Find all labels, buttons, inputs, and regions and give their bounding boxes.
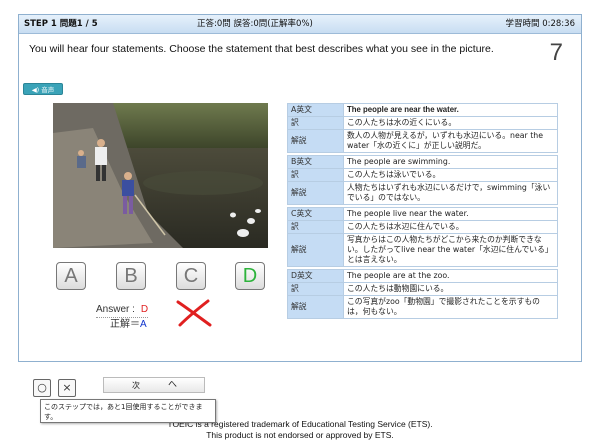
row-text: The people are swimming. bbox=[343, 155, 558, 169]
user-answer: D bbox=[140, 304, 149, 315]
row-text: 数人の人物が見えるが，いずれも水辺にいる。near the water「水の近く… bbox=[343, 129, 558, 153]
mark-cross-button[interactable]: × bbox=[58, 379, 76, 397]
correct-label: 正解＝ bbox=[110, 319, 140, 330]
score-summary: 正答:0問 誤答:0問(正解率0%) bbox=[197, 19, 313, 29]
choice-a-button[interactable]: A bbox=[56, 262, 86, 290]
row-label: A英文 bbox=[287, 103, 344, 117]
audio-play-button[interactable]: ◀) 音声 bbox=[23, 83, 63, 95]
table-row: 解説 数人の人物が見えるが，いずれも水辺にいる。near the water「水… bbox=[287, 129, 558, 153]
row-label: 訳 bbox=[287, 168, 344, 182]
row-text: この人たちは水辺に住んでいる。 bbox=[343, 220, 558, 234]
table-row: 訳 この人たちは動物園にいる。 bbox=[287, 282, 558, 296]
choice-d-button[interactable]: D bbox=[235, 262, 265, 290]
lakeside-photo-image bbox=[53, 103, 268, 248]
row-label: 解説 bbox=[287, 295, 344, 319]
question-text: You will hear four statements. Choose th… bbox=[29, 43, 494, 55]
row-label: 解説 bbox=[287, 233, 344, 267]
table-row: 訳 この人たちは水の近くにいる。 bbox=[287, 116, 558, 130]
row-label: B英文 bbox=[287, 155, 344, 169]
row-text: The people are near the water. bbox=[343, 103, 558, 117]
choice-c-button[interactable]: C bbox=[176, 262, 206, 290]
next-button[interactable]: 次 bbox=[132, 378, 140, 393]
step-indicator: STEP 1 問題1 / 5 bbox=[24, 19, 98, 29]
row-text: この人たちは水の近くにいる。 bbox=[343, 116, 558, 130]
table-row: B英文 The people are swimming. bbox=[287, 155, 558, 169]
navigation-bar: 次 へ bbox=[103, 377, 205, 393]
table-row: D英文 The people are at the zoo. bbox=[287, 269, 558, 283]
endorsement-line: This product is not endorsed or approved… bbox=[206, 430, 394, 440]
row-label: C英文 bbox=[287, 207, 344, 221]
row-label: 訳 bbox=[287, 220, 344, 234]
choice-b-button[interactable]: B bbox=[116, 262, 146, 290]
status-bar: STEP 1 問題1 / 5 正答:0問 誤答:0問(正解率0%) 学習時間 0… bbox=[19, 15, 581, 34]
row-text: The people live near the water. bbox=[343, 207, 558, 221]
row-text: 写真からはこの人物たちがどこから来たのか判断できない。したがってlive nea… bbox=[343, 233, 558, 267]
usage-tooltip: このステップでは，あと1回使用することができます。 bbox=[40, 399, 216, 423]
row-text: この人たちは泳いでいる。 bbox=[343, 168, 558, 182]
explanation-table: A英文 The people are near the water. 訳 この人… bbox=[287, 103, 558, 319]
incorrect-x-icon bbox=[176, 299, 212, 327]
table-row: 解説 人物たちはいずれも水辺にいるだけで，swimming「泳いでいる」のではな… bbox=[287, 181, 558, 205]
row-text: この写真がzoo「動物園」で撮影されたことを示すものは，何もない。 bbox=[343, 295, 558, 319]
answer-label: Answer : bbox=[96, 304, 135, 315]
row-label: D英文 bbox=[287, 269, 344, 283]
correct-answer: A bbox=[140, 319, 147, 330]
table-row: 解説 この写真がzoo「動物園」で撮影されたことを示すものは，何もない。 bbox=[287, 295, 558, 319]
answer-result: Answer : D 正解＝A bbox=[96, 303, 149, 332]
row-label: 訳 bbox=[287, 116, 344, 130]
mark-circle-button[interactable]: ○ bbox=[33, 379, 51, 397]
row-text: 人物たちはいずれも水辺にいるだけで，swimming「泳いでいる」のではない。 bbox=[343, 181, 558, 205]
row-label: 解説 bbox=[287, 129, 344, 153]
question-number: 7 bbox=[549, 39, 563, 66]
table-row: 解説 写真からはこの人物たちがどこから来たのか判断できない。したがってlive … bbox=[287, 233, 558, 267]
table-row: C英文 The people live near the water. bbox=[287, 207, 558, 221]
row-text: The people are at the zoo. bbox=[343, 269, 558, 283]
table-row: A英文 The people are near the water. bbox=[287, 103, 558, 117]
question-photo bbox=[53, 103, 268, 248]
row-label: 訳 bbox=[287, 282, 344, 296]
row-label: 解説 bbox=[287, 181, 344, 205]
chevron-up-icon[interactable]: へ bbox=[168, 378, 177, 393]
table-row: 訳 この人たちは水辺に住んでいる。 bbox=[287, 220, 558, 234]
table-row: 訳 この人たちは泳いでいる。 bbox=[287, 168, 558, 182]
study-timer: 学習時間 0:28:36 bbox=[505, 19, 575, 29]
row-text: この人たちは動物園にいる。 bbox=[343, 282, 558, 296]
